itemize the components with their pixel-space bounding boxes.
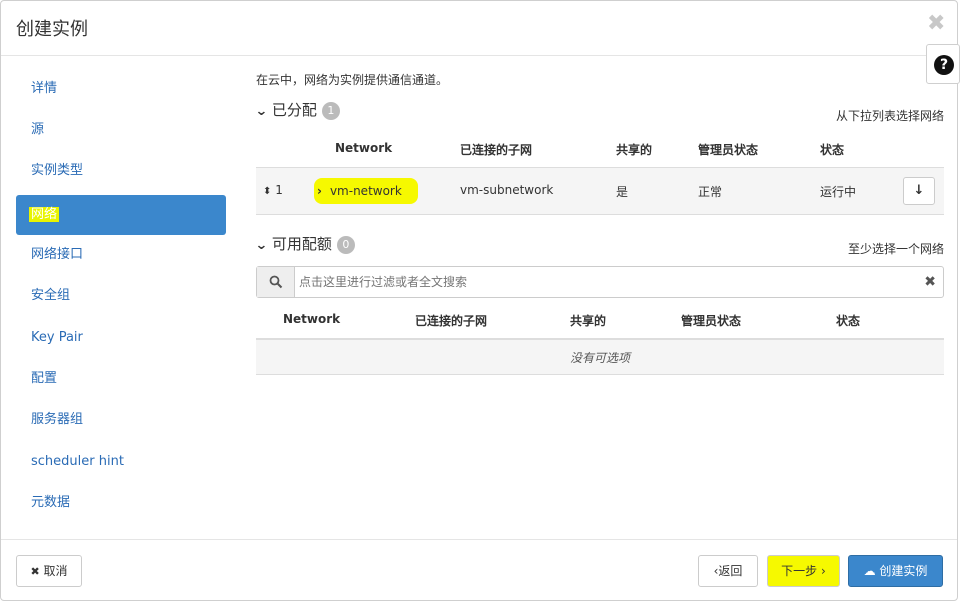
row-order: 1 [275, 183, 283, 197]
available-col-network: Network [283, 312, 341, 326]
available-col-admin-state: 管理员状态 [681, 314, 742, 328]
chevron-right-icon: › [821, 564, 826, 578]
sidebar-item-details[interactable]: 详情 [16, 69, 226, 109]
sidebar-item-configuration[interactable]: 配置 [16, 359, 226, 399]
empty-row: 没有可选项 [256, 338, 944, 375]
available-col-status: 状态 [836, 314, 861, 328]
sidebar-item-scheduler-hint[interactable]: scheduler hint [16, 442, 226, 482]
create-label: 创建实例 [879, 564, 928, 578]
question-icon: ? [934, 55, 954, 75]
clear-icon[interactable]: ✖ [924, 274, 936, 290]
chevron-down-icon: ⌄ [254, 238, 268, 253]
cloud-upload-icon: ☁ [863, 564, 876, 578]
row-network[interactable]: › vm-network [314, 178, 418, 204]
cancel-button[interactable]: ✖ 取消 [16, 555, 82, 587]
sidebar-item-server-groups[interactable]: 服务器组 [16, 400, 226, 440]
deallocate-button[interactable]: ↓ [903, 177, 935, 205]
available-col-subnet: 已连接的子网 [415, 314, 488, 328]
row-status: 运行中 [820, 185, 857, 199]
allocated-col-shared: 共享的 [616, 143, 653, 157]
sidebar-item-key-pair[interactable]: Key Pair [16, 318, 226, 358]
create-instance-modal: 创建实例 ✖ ? 详情 源 实例类型 网络 网络接口 安全组 Key Pair … [0, 0, 960, 603]
sidebar-item-source[interactable]: 源 [16, 110, 226, 150]
sidebar-item-security-groups[interactable]: 安全组 [16, 276, 226, 316]
allocated-count-badge: 1 [321, 101, 340, 120]
arrow-down-icon: ↓ [913, 183, 925, 198]
sidebar-item-networks[interactable]: 网络 [16, 195, 226, 235]
help-button[interactable]: ? [926, 44, 960, 84]
row-subnet: vm-subnetwork [460, 183, 554, 197]
allocated-col-network: Network [335, 141, 393, 155]
close-icon[interactable]: ✖ [927, 11, 945, 36]
available-toggle[interactable]: ⌄ 可用配额 0 [254, 233, 355, 254]
allocated-title: 已分配 [271, 101, 317, 119]
search-input[interactable] [299, 267, 899, 297]
create-instance-button[interactable]: ☁ 创建实例 [848, 555, 943, 587]
allocated-col-admin-state: 管理员状态 [698, 143, 759, 157]
empty-text: 没有可选项 [569, 351, 630, 365]
sidebar-item-metadata[interactable]: 元数据 [16, 483, 226, 523]
next-label: 下一步 [781, 564, 818, 578]
search-icon [269, 275, 283, 289]
available-col-shared: 共享的 [570, 314, 607, 328]
sidebar-item-label: 网络 [29, 207, 60, 222]
allocated-col-subnet: 已连接的子网 [460, 143, 533, 157]
cancel-label: 取消 [43, 564, 68, 578]
table-row: ⬍ 1 › vm-network vm-subnetwork 是 正常 运行中 ↓ [256, 167, 944, 215]
modal-header: 创建实例 ✖ [1, 1, 957, 56]
allocated-toggle[interactable]: ⌄ 已分配 1 [254, 99, 340, 120]
sidebar-item-network-ports[interactable]: 网络接口 [16, 235, 226, 275]
step-description: 在云中，网络为实例提供通信通道。 [256, 73, 449, 87]
allocated-col-status: 状态 [820, 143, 845, 157]
chevron-right-icon: › [317, 184, 322, 198]
back-button[interactable]: ‹返回 [698, 555, 758, 587]
chevron-down-icon: ⌄ [254, 104, 268, 119]
row-shared: 是 [616, 185, 629, 199]
search-bar: ✖ [256, 266, 944, 298]
modal-footer: ✖ 取消 ‹返回 下一步 › ☁ 创建实例 [1, 539, 957, 603]
network-name: vm-network [329, 184, 402, 198]
available-title: 可用配额 [271, 235, 332, 253]
sidebar-item-flavor[interactable]: 实例类型 [16, 151, 226, 191]
modal-title: 创建实例 [16, 19, 88, 40]
drag-handle[interactable]: ⬍ 1 [263, 183, 283, 197]
allocated-hint: 从下拉列表选择网络 [835, 109, 944, 123]
available-hint: 至少选择一个网络 [847, 242, 944, 256]
row-admin-state: 正常 [698, 185, 723, 199]
sort-icon: ⬍ [263, 186, 272, 197]
next-button[interactable]: 下一步 › [767, 555, 840, 587]
back-label: 返回 [718, 564, 743, 578]
available-count-badge: 0 [336, 235, 355, 254]
close-icon: ✖ [30, 565, 40, 578]
search-addon [257, 267, 295, 297]
